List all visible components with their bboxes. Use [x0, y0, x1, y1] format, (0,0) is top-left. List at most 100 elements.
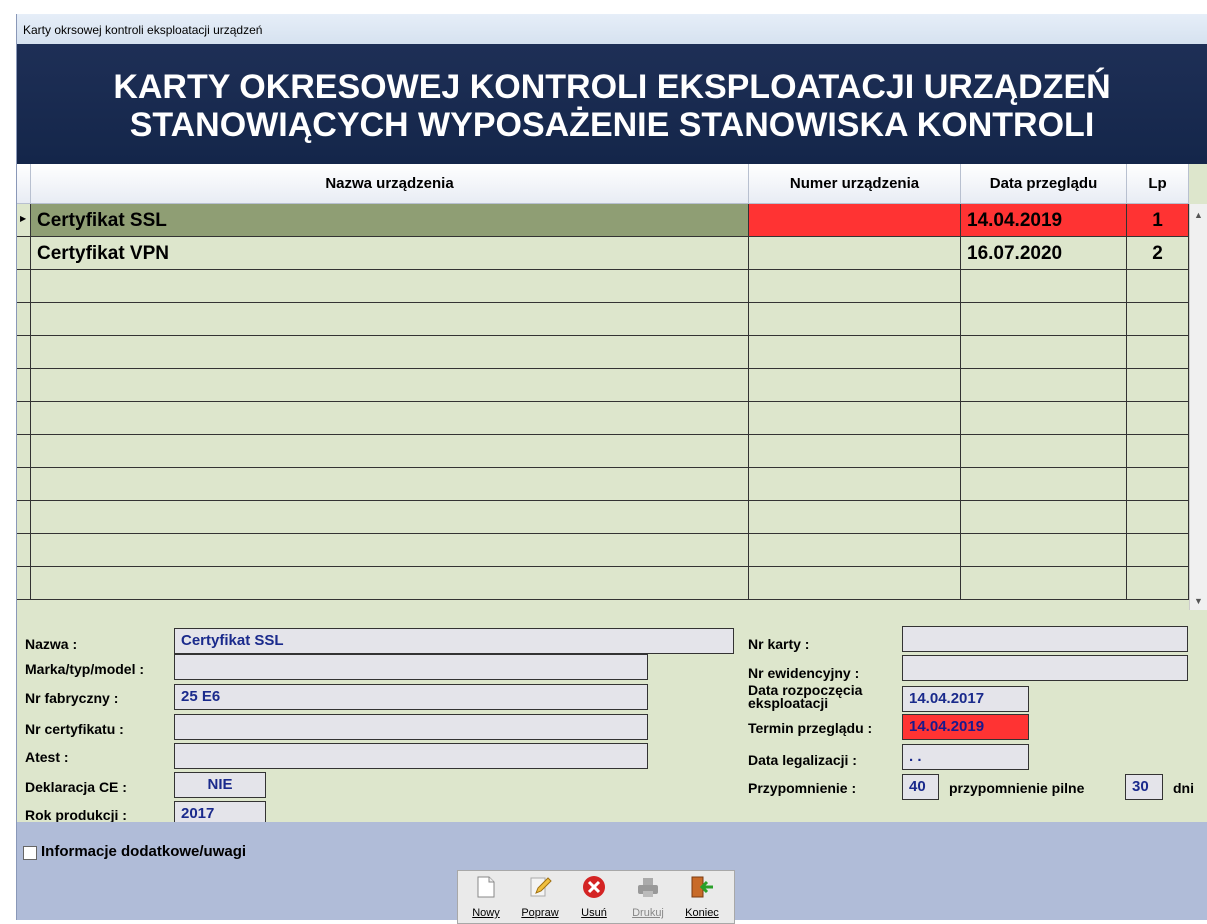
table-scrollbar[interactable]: ▲ ▼ [1189, 204, 1207, 610]
table-cell-name[interactable] [31, 435, 749, 468]
table-row[interactable]: ▶ Certyfikat SSL 14.04.2019 1 [17, 204, 1189, 237]
table-cell-name[interactable] [31, 534, 749, 567]
table-cell-lp[interactable] [1127, 501, 1189, 534]
table-cell-lp[interactable] [1127, 534, 1189, 567]
column-header-lp[interactable]: Lp [1127, 164, 1189, 204]
table-cell-name[interactable] [31, 270, 749, 303]
table-cell-number[interactable] [749, 534, 961, 567]
table-cell-number[interactable] [749, 303, 961, 336]
table-cell-name[interactable] [31, 501, 749, 534]
table-cell-lp[interactable] [1127, 336, 1189, 369]
table-cell-number[interactable] [749, 237, 961, 270]
table-cell-lp[interactable] [1127, 402, 1189, 435]
table-cell-date[interactable] [961, 435, 1127, 468]
row-indicator[interactable] [17, 336, 31, 369]
table-row[interactable] [17, 567, 1189, 600]
table-cell-date[interactable] [961, 501, 1127, 534]
table-cell-date[interactable]: 14.04.2019 [961, 204, 1127, 237]
table-cell-number[interactable] [749, 501, 961, 534]
table-cell-number[interactable] [749, 369, 961, 402]
row-indicator[interactable] [17, 468, 31, 501]
table-cell-date[interactable] [961, 468, 1127, 501]
current-row-indicator-icon[interactable]: ▶ [17, 204, 31, 237]
table-row[interactable] [17, 468, 1189, 501]
extra-info-checkbox[interactable] [23, 846, 37, 860]
field-deklaracja-ce[interactable]: NIE [174, 772, 266, 798]
table-cell-date[interactable]: 16.07.2020 [961, 237, 1127, 270]
row-indicator[interactable] [17, 501, 31, 534]
table-cell-number[interactable] [749, 468, 961, 501]
table-row[interactable] [17, 270, 1189, 303]
print-button[interactable]: Drukuj [622, 873, 674, 921]
table-row[interactable] [17, 402, 1189, 435]
table-cell-name[interactable]: Certyfikat SSL [31, 204, 749, 237]
table-row[interactable] [17, 501, 1189, 534]
table-row[interactable] [17, 534, 1189, 567]
column-header-number[interactable]: Numer urządzenia [749, 164, 961, 204]
row-indicator[interactable] [17, 270, 31, 303]
row-indicator[interactable] [17, 303, 31, 336]
table-cell-lp[interactable] [1127, 468, 1189, 501]
table-cell-number[interactable] [749, 402, 961, 435]
column-header-name[interactable]: Nazwa urządzenia [31, 164, 749, 204]
row-indicator[interactable] [17, 237, 31, 270]
edit-button[interactable]: Popraw [514, 873, 566, 921]
table-cell-number[interactable] [749, 204, 961, 237]
table-cell-name[interactable] [31, 468, 749, 501]
field-termin-przegladu[interactable]: 14.04.2019 [902, 714, 1029, 740]
table-cell-name[interactable] [31, 402, 749, 435]
table-cell-date[interactable] [961, 303, 1127, 336]
field-nr-karty[interactable] [902, 626, 1188, 652]
field-nr-fabryczny[interactable]: 25 E6 [174, 684, 648, 710]
table-cell-lp[interactable] [1127, 567, 1189, 600]
field-data-rozpoczecia[interactable]: 14.04.2017 [902, 686, 1029, 712]
table-cell-number[interactable] [749, 336, 961, 369]
table-cell-date[interactable] [961, 336, 1127, 369]
exit-button[interactable]: Koniec [676, 873, 728, 921]
table-cell-name[interactable] [31, 369, 749, 402]
field-nr-ewidencyjny[interactable] [902, 655, 1188, 681]
scroll-down-arrow-icon[interactable]: ▼ [1194, 596, 1203, 606]
table-cell-lp[interactable]: 2 [1127, 237, 1189, 270]
table-cell-date[interactable] [961, 369, 1127, 402]
delete-button[interactable]: Usuń [568, 873, 620, 921]
table-row[interactable] [17, 303, 1189, 336]
table-cell-date[interactable] [961, 270, 1127, 303]
table-cell-number[interactable] [749, 567, 961, 600]
field-data-legalizacji[interactable]: . . [902, 744, 1029, 770]
table-cell-date[interactable] [961, 567, 1127, 600]
column-header-date[interactable]: Data przeglądu [961, 164, 1127, 204]
row-indicator[interactable] [17, 567, 31, 600]
table-cell-lp[interactable] [1127, 270, 1189, 303]
table-cell-lp[interactable] [1127, 435, 1189, 468]
table-cell-date[interactable] [961, 402, 1127, 435]
table-cell-name[interactable] [31, 336, 749, 369]
table-cell-date[interactable] [961, 534, 1127, 567]
row-indicator[interactable] [17, 534, 31, 567]
table-row[interactable]: Certyfikat VPN 16.07.2020 2 [17, 237, 1189, 270]
table-cell-name[interactable] [31, 567, 749, 600]
table-cell-lp[interactable] [1127, 303, 1189, 336]
table-cell-name[interactable] [31, 303, 749, 336]
table-cell-lp[interactable]: 1 [1127, 204, 1189, 237]
table-cell-name[interactable]: Certyfikat VPN [31, 237, 749, 270]
field-nazwa[interactable]: Certyfikat SSL [174, 628, 734, 654]
table-row[interactable] [17, 435, 1189, 468]
table-row[interactable] [17, 369, 1189, 402]
table-cell-number[interactable] [749, 270, 961, 303]
field-przypomnienie[interactable]: 40 [902, 774, 939, 800]
row-indicator[interactable] [17, 435, 31, 468]
page-banner: KARTY OKRESOWEJ KONTROLI EKSPLOATACJI UR… [17, 44, 1207, 164]
field-przypomnienie-pilne[interactable]: 30 [1125, 774, 1163, 800]
new-button[interactable]: Nowy [460, 873, 512, 921]
row-indicator[interactable] [17, 402, 31, 435]
table-cell-number[interactable] [749, 435, 961, 468]
field-atest[interactable] [174, 743, 648, 769]
field-nr-certyfikatu[interactable] [174, 714, 648, 740]
edit-button-label: Popraw [521, 907, 559, 919]
table-row[interactable] [17, 336, 1189, 369]
field-marka[interactable] [174, 654, 648, 680]
row-indicator[interactable] [17, 369, 31, 402]
scroll-up-arrow-icon[interactable]: ▲ [1194, 210, 1203, 220]
table-cell-lp[interactable] [1127, 369, 1189, 402]
